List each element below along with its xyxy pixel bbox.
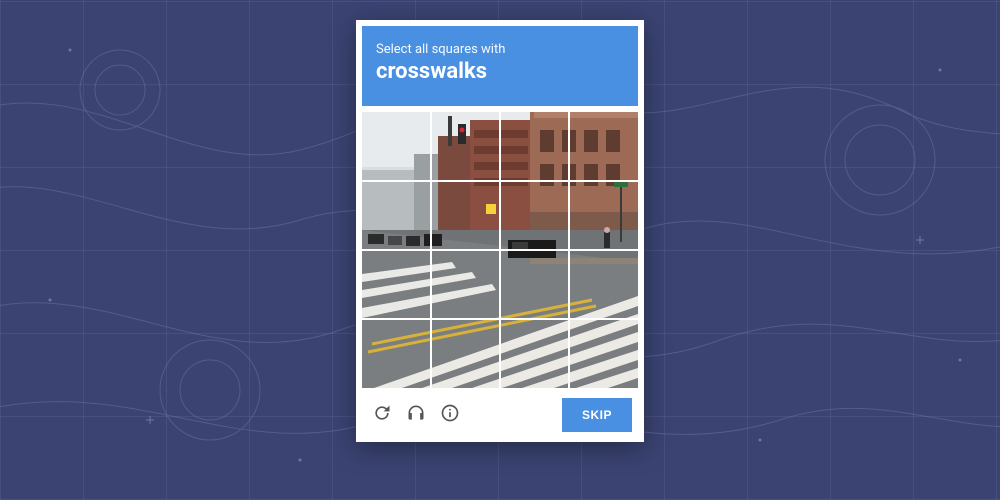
- tile-2-3[interactable]: [569, 250, 638, 319]
- tile-0-1[interactable]: [431, 112, 500, 181]
- audio-button[interactable]: [402, 401, 430, 429]
- headphones-icon: [406, 403, 426, 427]
- tile-2-1[interactable]: [431, 250, 500, 319]
- tile-3-3[interactable]: [569, 319, 638, 388]
- tile-3-0[interactable]: [362, 319, 431, 388]
- tile-1-3[interactable]: [569, 181, 638, 250]
- footer-icons: [368, 401, 464, 429]
- skip-button[interactable]: SKIP: [562, 398, 632, 432]
- tile-2-0[interactable]: [362, 250, 431, 319]
- instruction-text: Select all squares with: [376, 42, 624, 57]
- tile-1-2[interactable]: [500, 181, 569, 250]
- target-word: crosswalks: [376, 59, 624, 84]
- challenge-grid: [362, 112, 638, 388]
- tile-3-2[interactable]: [500, 319, 569, 388]
- tile-0-0[interactable]: [362, 112, 431, 181]
- captcha-panel: Select all squares with crosswalks: [356, 20, 644, 442]
- captcha-footer: SKIP: [362, 388, 638, 436]
- captcha-header: Select all squares with crosswalks: [362, 26, 638, 106]
- info-button[interactable]: [436, 401, 464, 429]
- tile-0-3[interactable]: [569, 112, 638, 181]
- tile-1-0[interactable]: [362, 181, 431, 250]
- tile-2-2[interactable]: [500, 250, 569, 319]
- tile-1-1[interactable]: [431, 181, 500, 250]
- tile-3-1[interactable]: [431, 319, 500, 388]
- refresh-button[interactable]: [368, 401, 396, 429]
- refresh-icon: [372, 403, 392, 427]
- tile-0-2[interactable]: [500, 112, 569, 181]
- info-icon: [440, 403, 460, 427]
